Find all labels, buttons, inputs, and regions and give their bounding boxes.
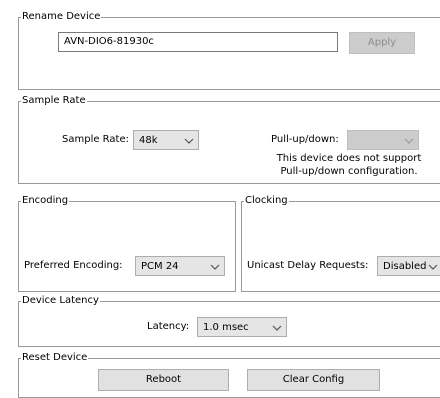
clocking-legend: Clocking [244, 195, 289, 207]
reset-device-group: Reset Device Reboot Clear Config [18, 352, 440, 398]
unicast-delay-value: Disabled [383, 261, 427, 272]
encoding-group: Encoding Preferred Encoding: PCM 24 [18, 195, 236, 292]
pullup-note-line2: Pull-up/down configuration. [280, 166, 418, 177]
encoding-legend: Encoding [21, 195, 70, 207]
latency-value: 1.0 msec [203, 322, 249, 333]
preferred-encoding-value: PCM 24 [141, 261, 179, 272]
pullup-note-line1: This device does not support [276, 153, 422, 164]
device-latency-group: Device Latency Latency: 1.0 msec [18, 295, 440, 347]
clear-config-button[interactable]: Clear Config [247, 369, 380, 391]
unicast-delay-label: Unicast Delay Requests: [247, 260, 369, 271]
sample-rate-group: Sample Rate Sample Rate: 48k Pull-up/dow… [18, 95, 440, 184]
reset-device-legend: Reset Device [21, 352, 89, 364]
chevron-down-icon [184, 138, 194, 144]
device-latency-legend: Device Latency [21, 295, 100, 307]
sample-rate-select[interactable]: 48k [133, 130, 199, 150]
preferred-encoding-label: Preferred Encoding: [24, 260, 123, 271]
chevron-down-icon [404, 138, 414, 144]
device-name-input[interactable]: AVN-DIO6-81930c [58, 32, 338, 52]
chevron-down-icon [428, 264, 438, 270]
latency-label: Latency: [147, 321, 190, 332]
chevron-down-icon [210, 264, 220, 270]
sample-rate-label: Sample Rate: [62, 134, 129, 145]
pullup-label: Pull-up/down: [271, 134, 339, 145]
rename-device-group: Rename Device AVN-DIO6-81930c Apply [18, 11, 440, 90]
unicast-delay-select[interactable]: Disabled [377, 256, 440, 276]
rename-device-legend: Rename Device [21, 11, 102, 23]
reboot-button[interactable]: Reboot [98, 369, 229, 391]
sample-rate-legend: Sample Rate [21, 95, 87, 107]
pullup-select[interactable] [347, 130, 419, 150]
latency-select[interactable]: 1.0 msec [197, 317, 287, 337]
chevron-down-icon [272, 325, 282, 331]
clocking-group: Clocking Unicast Delay Requests: Disable… [241, 195, 440, 292]
sample-rate-value: 48k [139, 135, 158, 146]
apply-button[interactable]: Apply [349, 32, 415, 54]
preferred-encoding-select[interactable]: PCM 24 [135, 256, 225, 276]
